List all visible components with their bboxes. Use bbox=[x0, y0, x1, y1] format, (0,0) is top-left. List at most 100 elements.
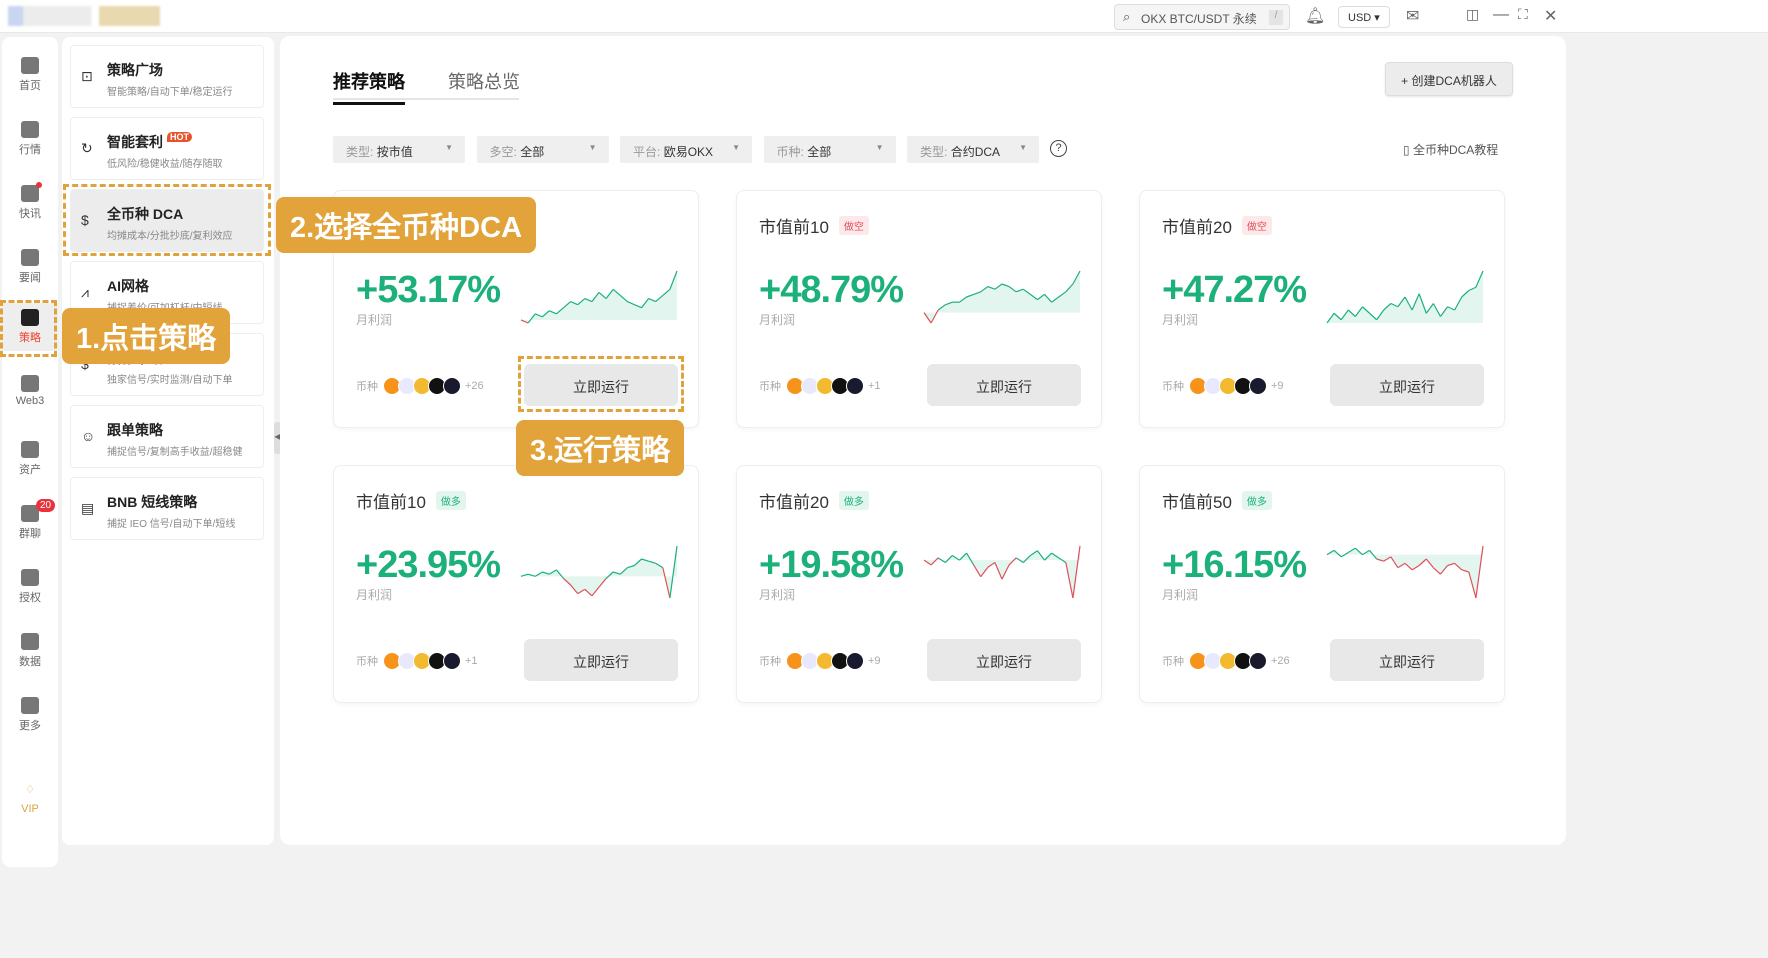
highlight-run bbox=[518, 356, 684, 412]
nav-item-6[interactable]: 资产 bbox=[2, 441, 58, 477]
sparkline-area bbox=[1327, 546, 1483, 598]
create-dca-bot-button[interactable]: + 创建DCA机器人 bbox=[1385, 62, 1513, 96]
filter-2[interactable]: 平台: 欧易OKX ▼ bbox=[620, 136, 752, 163]
nav-item-10[interactable]: 更多 bbox=[2, 697, 58, 733]
nav-item-7[interactable]: 群聊 20 bbox=[2, 499, 58, 541]
app-logo bbox=[8, 6, 160, 26]
filter-3[interactable]: 币种: 全部 ▼ bbox=[763, 136, 896, 163]
nav-item-5[interactable]: Web3 bbox=[2, 375, 58, 407]
caret-down-icon: ▼ bbox=[732, 143, 740, 152]
menu-item-5[interactable]: ☺ 跟单策略 捕捉信号/复制高手收益/超稳健 bbox=[70, 405, 264, 468]
nav-icon: ♢ bbox=[25, 784, 35, 796]
strategy-card: 市值前10 做空 +48.79% 月利润 币种 +1 立即运行 bbox=[736, 190, 1102, 428]
coin-more-count: +1 bbox=[868, 380, 881, 392]
coin-more-count: +9 bbox=[1271, 380, 1284, 392]
coin-label: 币种 bbox=[356, 381, 378, 393]
nav-label: Web3 bbox=[15, 395, 45, 407]
side-tag: 做空 bbox=[838, 216, 869, 235]
filter-key: 类型: bbox=[346, 145, 374, 159]
nav-label: 要闻 bbox=[19, 272, 41, 284]
run-now-button[interactable]: 立即运行 bbox=[1330, 364, 1484, 406]
tab-recommended[interactable]: 推荐策略 bbox=[333, 68, 405, 105]
card-title: 市值前10 做空 bbox=[759, 213, 869, 238]
side-tag: 做多 bbox=[838, 491, 869, 510]
notification-dot bbox=[36, 182, 42, 188]
run-now-button[interactable]: 立即运行 bbox=[927, 364, 1081, 406]
minimize-icon[interactable]: — bbox=[1493, 6, 1509, 24]
nav-rail: 首页 行情 快讯 要闻 策略 Web3 资产 群聊 20 授权 数据 更多 ♢ VIP bbox=[2, 37, 58, 867]
menu-subtitle: 独家信号/实时监测/自动下单 bbox=[107, 375, 233, 386]
menu-item-0[interactable]: ⊡ 策略广场 智能策略/自动下单/稳定运行 bbox=[70, 45, 264, 108]
title-bar: ⌕ OKX BTC/USDT 永续 / 🔔︎ USD ▾ ✉ ◫ — ⛶ ✕ bbox=[0, 0, 1768, 33]
main-panel: 推荐策略 策略总览 + 创建DCA机器人 类型: 按市值 ▼ 多空: 全部 ▼ 平台: … bbox=[280, 36, 1566, 845]
monthly-return: +23.95% bbox=[356, 544, 501, 586]
nav-item-1[interactable]: 行情 bbox=[2, 121, 58, 157]
nav-icon bbox=[21, 185, 39, 202]
mail-icon[interactable]: ✉ bbox=[1406, 6, 1419, 26]
sparkline bbox=[1326, 270, 1484, 324]
run-now-button[interactable]: 立即运行 bbox=[927, 639, 1081, 681]
search-input[interactable]: ⌕ OKX BTC/USDT 永续 / bbox=[1114, 4, 1290, 30]
nav-label: 群聊 bbox=[19, 528, 41, 540]
menu-title-text: BNB 短线策略 bbox=[107, 494, 198, 510]
run-now-button[interactable]: 立即运行 bbox=[1330, 639, 1484, 681]
menu-title-text: 跟单策略 bbox=[107, 422, 163, 438]
fullscreen-icon[interactable]: ⛶ bbox=[1518, 6, 1528, 23]
tab-overview[interactable]: 策略总览 bbox=[448, 68, 520, 102]
nav-item-11[interactable]: ♢ VIP bbox=[2, 783, 58, 815]
help-icon[interactable]: ? bbox=[1050, 140, 1067, 157]
coin-list: 币种 +9 bbox=[759, 652, 881, 670]
nav-item-9[interactable]: 数据 bbox=[2, 633, 58, 669]
coin-icon bbox=[846, 377, 864, 395]
coin-icon bbox=[443, 377, 461, 395]
tutorial-link[interactable]: ▯ 全币种DCA教程 bbox=[1403, 141, 1498, 158]
card-title-text: 市值前10 bbox=[759, 218, 829, 237]
menu-subtitle: 捕捉信号/复制高手收益/超稳健 bbox=[107, 447, 243, 458]
strategy-card: 市值前10 做多 +23.95% 月利润 币种 +1 立即运行 bbox=[333, 465, 699, 703]
nav-label: 更多 bbox=[19, 720, 41, 732]
return-label: 月利润 bbox=[356, 588, 393, 602]
menu-icon: ▤ bbox=[81, 500, 95, 516]
filter-value: 合约DCA bbox=[950, 145, 1001, 159]
strategy-card: 市值前20 做空 +47.27% 月利润 币种 +9 立即运行 bbox=[1139, 190, 1505, 428]
menu-item-6[interactable]: ▤ BNB 短线策略 捕捉 IEO 信号/自动下单/短线 bbox=[70, 477, 264, 540]
currency-select[interactable]: USD ▾ bbox=[1338, 6, 1390, 28]
filter-0[interactable]: 类型: 按市值 ▼ bbox=[333, 136, 465, 163]
nav-item-3[interactable]: 要闻 bbox=[2, 249, 58, 285]
filter-key: 类型: bbox=[920, 145, 948, 159]
hot-badge: HOT bbox=[167, 132, 192, 142]
run-now-button[interactable]: 立即运行 bbox=[524, 639, 678, 681]
menu-title: 策略广场 bbox=[107, 60, 163, 80]
nav-icon bbox=[21, 249, 39, 266]
highlight-strategy bbox=[0, 300, 57, 357]
sparkline-area bbox=[924, 546, 1080, 598]
menu-title: AI网格 bbox=[107, 276, 149, 296]
nav-item-8[interactable]: 授权 bbox=[2, 569, 58, 605]
coin-more-count: +26 bbox=[1271, 655, 1290, 667]
sparkline-area bbox=[521, 546, 677, 598]
caret-down-icon: ▼ bbox=[875, 143, 884, 152]
card-title-text: 市值前10 bbox=[356, 493, 426, 512]
callout-step1: 1.点击策略 bbox=[62, 308, 231, 364]
coin-more-count: +9 bbox=[868, 655, 881, 667]
highlight-dca bbox=[63, 184, 271, 256]
filter-key: 币种: bbox=[776, 145, 804, 159]
nav-item-0[interactable]: 首页 bbox=[2, 57, 58, 93]
filter-4[interactable]: 类型: 合约DCA ▼ bbox=[907, 136, 1039, 163]
filter-1[interactable]: 多空: 全部 ▼ bbox=[476, 136, 609, 163]
card-title: 市值前20 做多 bbox=[759, 488, 869, 513]
monthly-return: +47.27% bbox=[1162, 269, 1307, 311]
return-label: 月利润 bbox=[1162, 313, 1199, 327]
close-icon[interactable]: ✕ bbox=[1544, 6, 1557, 26]
menu-subtitle: 智能策略/自动下单/稳定运行 bbox=[107, 87, 233, 98]
nav-item-2[interactable]: 快讯 bbox=[2, 182, 58, 221]
nav-icon bbox=[21, 697, 39, 714]
menu-item-1[interactable]: ↻ 智能套利 HOT 低风险/稳健收益/随存随取 bbox=[70, 117, 264, 180]
layout-icon[interactable]: ◫ bbox=[1466, 6, 1479, 23]
filter-value: 按市值 bbox=[376, 145, 413, 159]
card-title-text: 市值前20 bbox=[759, 493, 829, 512]
card-title-text: 市值前20 bbox=[1162, 218, 1232, 237]
nav-label: 数据 bbox=[19, 656, 41, 668]
bell-icon[interactable]: 🔔︎ bbox=[1305, 6, 1325, 26]
callout-step3: 3.运行策略 bbox=[516, 420, 685, 476]
